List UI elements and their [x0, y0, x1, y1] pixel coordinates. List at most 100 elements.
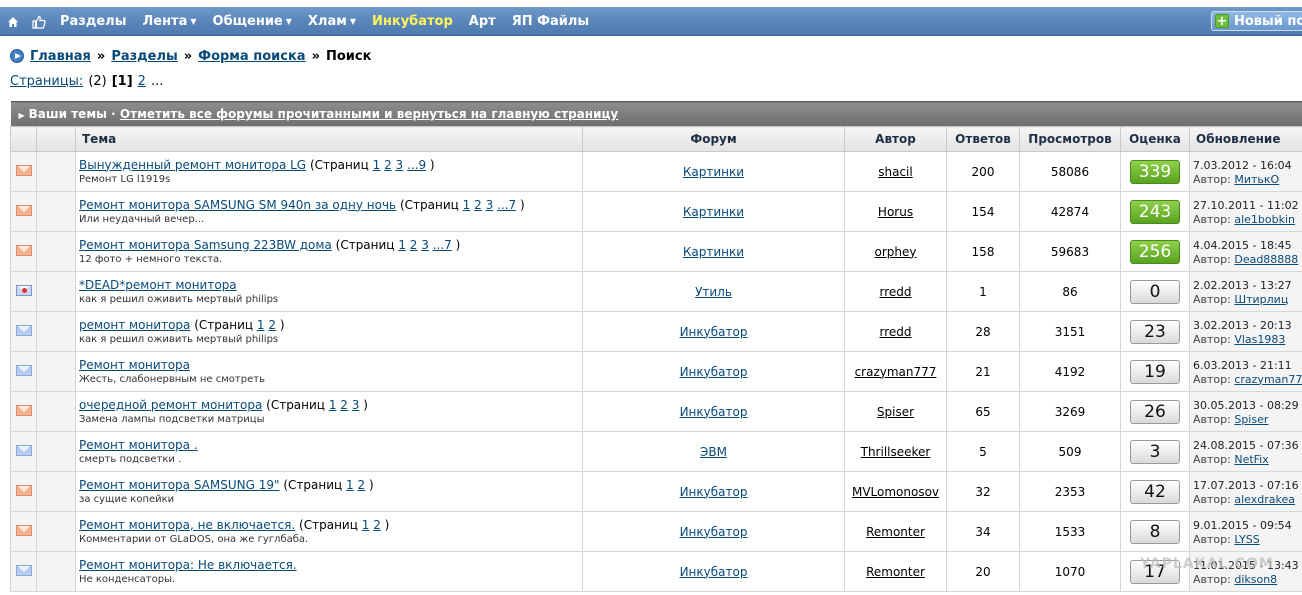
updated-author-link[interactable]: NetFix [1234, 453, 1268, 466]
topic-page-link[interactable]: ...7 [497, 198, 516, 212]
updated-author-link[interactable]: dikson8 [1234, 573, 1277, 586]
author-link[interactable]: orphey [875, 245, 917, 259]
nav-item-5[interactable]: Арт [461, 7, 504, 36]
rating-badge[interactable]: 0 [1130, 279, 1180, 304]
topic-page-link[interactable]: ...7 [433, 238, 452, 252]
mark-all-read-link[interactable]: Отметить все форумы прочитанными и верну… [120, 107, 618, 121]
topic-title-link[interactable]: *DEAD*ремонт монитора [79, 278, 237, 292]
topic-page-link[interactable]: 3 [486, 198, 494, 212]
rating-badge[interactable]: 256 [1130, 239, 1180, 264]
topic-page-link[interactable]: 1 [373, 158, 381, 172]
topic-page-link[interactable]: 1 [463, 198, 471, 212]
updated-author-link[interactable]: МитькО [1234, 173, 1279, 186]
topic-title-link[interactable]: Ремонт монитора Samsung 223BW дома [79, 238, 332, 252]
topic-title-link[interactable]: Ремонт монитора SAMSUNG 19" [79, 478, 280, 492]
topic-title-link[interactable]: Ремонт монитора: Не включается. [79, 558, 297, 572]
updated-author-link[interactable]: LYSS [1234, 533, 1259, 546]
pages-label[interactable]: Страницы: [10, 74, 83, 89]
topic-page-link[interactable]: 2 [340, 398, 348, 412]
breadcrumb-separator: » [183, 48, 193, 64]
updated-author-link[interactable]: Штирлиц [1234, 293, 1288, 306]
header-rating[interactable]: Оценка [1120, 126, 1190, 152]
author-link[interactable]: Thrillseeker [861, 445, 931, 459]
topic-title-link[interactable]: ремонт монитора [79, 318, 190, 332]
updated-author-link[interactable]: Spiser [1234, 413, 1268, 426]
topic-page-link[interactable]: 2 [410, 238, 418, 252]
nav-item-4[interactable]: Инкубатор [364, 7, 461, 36]
topic-page-link[interactable]: 2 [384, 158, 392, 172]
nav-item-6[interactable]: ЯП Файлы [504, 7, 597, 36]
author-link[interactable]: crazyman777 [855, 365, 937, 379]
topic-title-link[interactable]: Вынужденный ремонт монитора LG [79, 158, 306, 172]
rating-badge[interactable]: 19 [1130, 359, 1180, 384]
forum-link[interactable]: Инкубатор [680, 405, 748, 419]
forum-link[interactable]: Картинки [683, 165, 744, 179]
topic-title-link[interactable]: Ремонт монитора . [79, 438, 198, 452]
nav-item-3[interactable]: Хлам ▼ [300, 7, 364, 36]
forum-link[interactable]: Утиль [695, 285, 732, 299]
rating-badge[interactable]: 243 [1130, 199, 1180, 224]
topic-page-link[interactable]: 1 [346, 478, 354, 492]
author-link[interactable]: Remonter [866, 565, 925, 579]
breadcrumb-link-1[interactable]: Разделы [111, 49, 177, 64]
author-link[interactable]: MVLomonosov [852, 485, 939, 499]
rating-badge[interactable]: 42 [1130, 479, 1180, 504]
topic-title-link[interactable]: очередной ремонт монитора [79, 398, 262, 412]
topic-page-link[interactable]: 2 [373, 518, 381, 532]
rating-badge[interactable]: 3 [1130, 439, 1180, 464]
topic-page-link[interactable]: ...9 [407, 158, 426, 172]
home-icon[interactable] [0, 7, 26, 36]
header-replies[interactable]: Ответов [946, 126, 1020, 152]
author-link[interactable]: Remonter [866, 525, 925, 539]
topic-page-link[interactable]: 3 [421, 238, 429, 252]
header-topic[interactable]: Тема [75, 126, 583, 152]
topic-page-link[interactable]: 1 [362, 518, 370, 532]
rating-badge[interactable]: 339 [1130, 159, 1180, 184]
forum-link[interactable]: Инкубатор [680, 565, 748, 579]
topic-page-link[interactable]: 1 [398, 238, 406, 252]
topic-page-link[interactable]: 3 [396, 158, 404, 172]
breadcrumb-link-0[interactable]: Главная [30, 49, 91, 64]
author-link[interactable]: rredd [879, 285, 911, 299]
pages-next[interactable]: 2 [138, 74, 146, 89]
header-updated[interactable]: Обновление [1188, 126, 1302, 152]
topic-title-link[interactable]: Ремонт монитора, не включается. [79, 518, 295, 532]
author-link[interactable]: Horus [878, 205, 913, 219]
author-link[interactable]: Spiser [877, 405, 914, 419]
topic-page-link[interactable]: 2 [357, 478, 365, 492]
forum-link[interactable]: Инкубатор [680, 325, 748, 339]
new-post-button[interactable]: + Новый по [1211, 11, 1302, 31]
rating-badge[interactable]: 8 [1130, 519, 1180, 544]
updated-author-link[interactable]: Dead88888 [1234, 253, 1298, 266]
nav-item-1[interactable]: Лента ▼ [134, 7, 204, 36]
topic-title-link[interactable]: Ремонт монитора SAMSUNG SM 940n за одну … [79, 198, 396, 212]
topic-page-link[interactable]: 2 [474, 198, 482, 212]
updated-author-link[interactable]: ale1bobkin [1234, 213, 1295, 226]
author-link[interactable]: shacil [878, 165, 912, 179]
updated-author-link[interactable]: crazyman77 [1234, 373, 1301, 386]
topic-page-link[interactable]: 3 [352, 398, 360, 412]
header-forum[interactable]: Форум [582, 126, 845, 152]
updated-author-link[interactable]: Vlas1983 [1234, 333, 1285, 346]
author-link[interactable]: rredd [879, 325, 911, 339]
updated-author-link[interactable]: alexdrakea [1234, 493, 1295, 506]
forum-link[interactable]: ЭВМ [700, 445, 727, 459]
topic-page-link[interactable]: 1 [329, 398, 337, 412]
forum-link[interactable]: Инкубатор [680, 365, 748, 379]
thumbs-up-icon[interactable] [26, 7, 52, 36]
topic-page-link[interactable]: 2 [268, 318, 276, 332]
forum-link[interactable]: Инкубатор [680, 525, 748, 539]
forum-link[interactable]: Картинки [683, 245, 744, 259]
topic-title-link[interactable]: Ремонт монитора [79, 358, 190, 372]
rating-badge[interactable]: 26 [1130, 399, 1180, 424]
forum-link[interactable]: Инкубатор [680, 485, 748, 499]
pages-ellipsis[interactable]: ... [151, 74, 163, 89]
nav-item-2[interactable]: Общение ▼ [205, 7, 300, 36]
header-author[interactable]: Автор [844, 126, 947, 152]
topic-page-link[interactable]: 1 [257, 318, 265, 332]
rating-badge[interactable]: 23 [1130, 319, 1180, 344]
nav-item-0[interactable]: Разделы [52, 7, 134, 36]
header-views[interactable]: Просмотров [1019, 126, 1121, 152]
forum-link[interactable]: Картинки [683, 205, 744, 219]
breadcrumb-link-2[interactable]: Форма поиска [198, 49, 305, 64]
